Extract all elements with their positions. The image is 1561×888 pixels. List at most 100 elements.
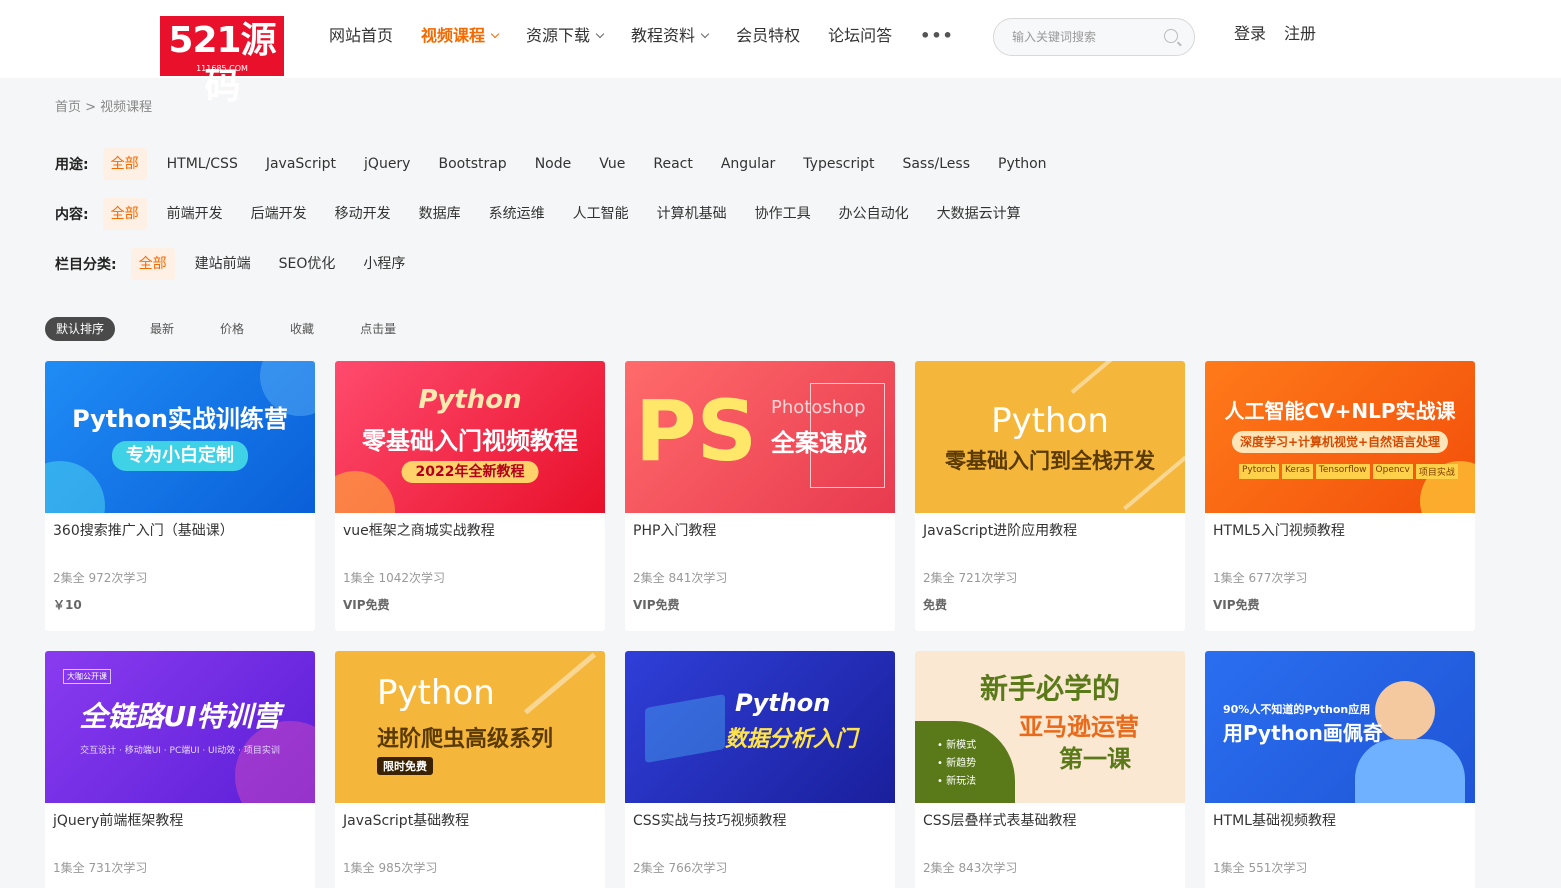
course-grid: Python实战训练营 专为小白定制 360搜索推广入门（基础课） 2集全 97…: [45, 361, 1475, 888]
filter-option[interactable]: 全部: [102, 198, 147, 230]
course-title[interactable]: HTML基础视频教程: [1213, 812, 1336, 830]
filter-option[interactable]: 全部: [130, 248, 175, 280]
filter-option[interactable]: Typescript: [795, 148, 882, 180]
login-link[interactable]: 登录: [1234, 24, 1266, 44]
course-thumbnail: 新手必学的 亚马逊运营 第一课 • 新模式 • 新趋势 • 新玩法: [915, 651, 1185, 803]
filter-option[interactable]: JavaScript: [258, 148, 344, 180]
course-title[interactable]: CSS实战与技巧视频教程: [633, 812, 787, 830]
register-link[interactable]: 注册: [1284, 24, 1316, 44]
course-card[interactable]: Python 数据分析入门 CSS实战与技巧视频教程 2集全 766次学习: [625, 651, 895, 888]
filter-option[interactable]: 系统运维: [481, 198, 553, 230]
course-thumbnail: Python 进阶爬虫高级系列 限时免费: [335, 651, 605, 803]
sort-option[interactable]: 最新: [139, 317, 185, 341]
tag: Keras: [1281, 464, 1313, 479]
tag: Opencv: [1372, 464, 1413, 479]
filter-option[interactable]: Bootstrap: [430, 148, 514, 180]
filter-option[interactable]: Python: [990, 148, 1055, 180]
course-meta: 1集全 985次学习: [343, 861, 438, 875]
sort-option[interactable]: 收藏: [279, 317, 325, 341]
course-card[interactable]: 新手必学的 亚马逊运营 第一课 • 新模式 • 新趋势 • 新玩法 CSS层叠样…: [915, 651, 1185, 888]
sort-option[interactable]: 点击量: [349, 317, 407, 341]
thumbnail-badge: 限时免费: [377, 757, 433, 775]
thumbnail-tags: Pytorch Keras Tensorflow Opencv 项目实战: [1239, 464, 1458, 479]
sort-option[interactable]: 价格: [209, 317, 255, 341]
filter-option[interactable]: 计算机基础: [649, 198, 735, 230]
search-icon[interactable]: [1164, 29, 1178, 43]
filter-option[interactable]: 移动开发: [327, 198, 399, 230]
breadcrumb[interactable]: 首页 > 视频课程: [55, 99, 152, 117]
search-input[interactable]: [1012, 28, 1162, 46]
course-price: VIP免费: [633, 598, 680, 612]
course-meta: 1集全 677次学习: [1213, 571, 1308, 585]
filter-option[interactable]: Vue: [591, 148, 633, 180]
course-meta: 2集全 841次学习: [633, 571, 728, 585]
filter-option[interactable]: 办公自动化: [831, 198, 917, 230]
filter-option[interactable]: React: [645, 148, 700, 180]
course-card[interactable]: Python实战训练营 专为小白定制 360搜索推广入门（基础课） 2集全 97…: [45, 361, 315, 631]
filter-option[interactable]: 全部: [102, 148, 147, 180]
course-thumbnail: Python 零基础入门视频教程 2022年全新教程: [335, 361, 605, 513]
thumbnail-title: PS: [635, 382, 758, 480]
filter-option[interactable]: Angular: [713, 148, 783, 180]
nav-label: 论坛问答: [828, 26, 893, 45]
bullet: • 新趋势: [937, 758, 977, 769]
nav-label: 视频课程: [421, 26, 486, 45]
course-card[interactable]: Python 零基础入门到全栈开发 JavaScript进阶应用教程 2集全 7…: [915, 361, 1185, 631]
filter-option[interactable]: 数据库: [411, 198, 469, 230]
nav-item-home[interactable]: 网站首页: [329, 25, 393, 47]
course-thumbnail: Python 数据分析入门: [625, 651, 895, 803]
logo-subtext: 111685.COM: [196, 64, 248, 73]
filter-option[interactable]: 人工智能: [565, 198, 637, 230]
filter-option[interactable]: 协作工具: [747, 198, 819, 230]
thumbnail-title: Python实战训练营: [72, 405, 288, 433]
course-meta: 1集全 731次学习: [53, 861, 148, 875]
site-header: 521源码 111685.COM 网站首页 视频课程 资源下载 教程资料 会员特…: [0, 0, 1561, 107]
filter-option[interactable]: Sass/Less: [894, 148, 978, 180]
filter-option[interactable]: HTML/CSS: [159, 148, 246, 180]
nav-item-vip[interactable]: 会员特权: [736, 25, 800, 47]
filter-option[interactable]: 小程序: [355, 248, 413, 280]
nav-label: 资源下载: [526, 26, 591, 45]
filter-option[interactable]: jQuery: [356, 148, 418, 180]
course-thumbnail: 90%人不知道的Python应用 用Python画佩奇: [1205, 651, 1475, 803]
filter-option[interactable]: 大数据云计算: [929, 198, 1029, 230]
course-title[interactable]: CSS层叠样式表基础教程: [923, 812, 1077, 830]
thumbnail-caption: Photoshop: [771, 397, 866, 418]
filter-row-content: 内容: 全部 前端开发 后端开发 移动开发 数据库 系统运维 人工智能 计算机基础 协作工具 办公自…: [55, 198, 1041, 230]
course-title[interactable]: JavaScript基础教程: [343, 812, 469, 830]
nav-item-tutorials[interactable]: 教程资料: [631, 25, 710, 47]
filter-option[interactable]: 建站前端: [187, 248, 259, 280]
sort-option[interactable]: 默认排序: [45, 317, 116, 341]
sort-bar: 默认排序 最新 价格 收藏 点击量: [45, 317, 431, 341]
course-card[interactable]: 人工智能CV+NLP实战课 深度学习+计算机视觉+自然语言处理 Pytorch …: [1205, 361, 1475, 631]
site-logo[interactable]: 521源码 111685.COM: [160, 16, 284, 107]
thumbnail-title: 全链路UI特训营: [79, 700, 281, 733]
filter-option[interactable]: 后端开发: [243, 198, 315, 230]
thumbnail-subtitle: 全案速成: [771, 429, 867, 457]
course-title[interactable]: vue框架之商城实战教程: [343, 522, 495, 540]
course-card[interactable]: PS Photoshop 全案速成 PHP入门教程 2集全 841次学习 VIP…: [625, 361, 895, 631]
nav-item-video-courses[interactable]: 视频课程: [421, 25, 500, 47]
more-menu-icon[interactable]: •••: [920, 25, 954, 47]
course-card[interactable]: 大咖公开课 全链路UI特训营 交互设计 · 移动端UI · PC端UI · UI…: [45, 651, 315, 888]
course-title[interactable]: jQuery前端框架教程: [53, 812, 183, 830]
nav-item-forum[interactable]: 论坛问答: [828, 25, 892, 47]
course-title[interactable]: HTML5入门视频教程: [1213, 522, 1345, 540]
course-title[interactable]: PHP入门教程: [633, 522, 716, 540]
filter-option[interactable]: Node: [527, 148, 580, 180]
course-meta: 2集全 766次学习: [633, 861, 728, 875]
thumbnail-title: Python: [377, 673, 495, 713]
course-card[interactable]: Python 进阶爬虫高级系列 限时免费 JavaScript基础教程 1集全 …: [335, 651, 605, 888]
course-title[interactable]: JavaScript进阶应用教程: [923, 522, 1077, 540]
course-card[interactable]: 90%人不知道的Python应用 用Python画佩奇 HTML基础视频教程 1…: [1205, 651, 1475, 888]
course-thumbnail: PS Photoshop 全案速成: [625, 361, 895, 513]
filter-option[interactable]: SEO优化: [271, 248, 344, 280]
thumbnail-subtitle: 用Python画佩奇: [1223, 721, 1383, 745]
course-card[interactable]: Python 零基础入门视频教程 2022年全新教程 vue框架之商城实战教程 …: [335, 361, 605, 631]
filter-option[interactable]: 前端开发: [159, 198, 231, 230]
course-price: VIP免费: [343, 598, 390, 612]
course-title[interactable]: 360搜索推广入门（基础课）: [53, 522, 234, 540]
nav-item-downloads[interactable]: 资源下载: [526, 25, 605, 47]
course-thumbnail: 大咖公开课 全链路UI特训营 交互设计 · 移动端UI · PC端UI · UI…: [45, 651, 315, 803]
filter-row-category: 栏目分类: 全部 建站前端 SEO优化 小程序: [55, 248, 425, 280]
